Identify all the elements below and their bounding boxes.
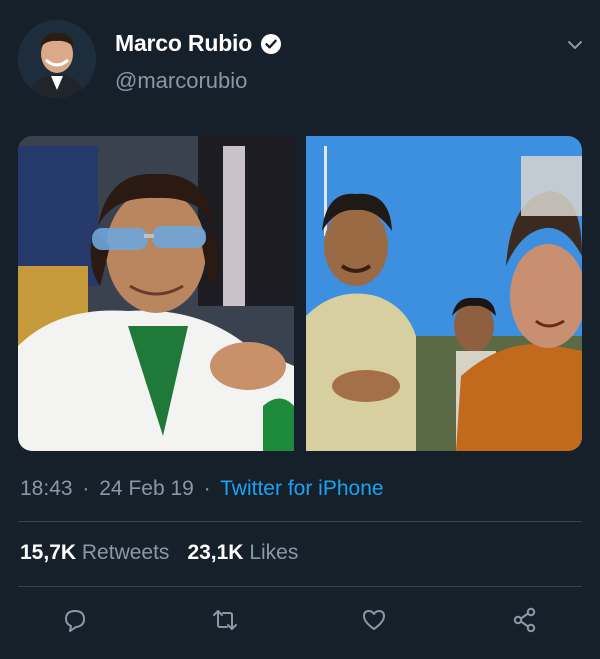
divider [18,521,582,522]
separator-dot: · [203,477,211,500]
tweet-media [18,136,582,451]
likes-label: Likes [249,541,299,564]
reply-icon[interactable] [55,600,95,640]
tweet-time[interactable]: 18:43 [20,477,73,500]
author-display-name[interactable]: Marco Rubio [115,30,252,57]
retweets-label: Retweets [81,541,170,564]
retweets-count: 15,7K [20,541,77,564]
tweet-header: Marco Rubio @marcorubio [18,20,588,100]
share-icon[interactable] [505,600,545,640]
divider [18,586,582,587]
tweet-stats: 15,7K Retweets 23,1K Likes [20,541,298,565]
tweet-date[interactable]: 24 Feb 19 [99,477,194,500]
like-icon[interactable] [354,600,394,640]
tweet-timestamp-row: 18:43 · 24 Feb 19 · Twitter for iPhone [20,477,384,501]
separator-dot: · [82,477,90,500]
tweet-actions-bar [0,600,600,644]
retweets-stat[interactable]: 15,7K Retweets [20,541,169,564]
author-handle[interactable]: @marcorubio [115,68,247,94]
chevron-down-icon[interactable] [562,32,588,58]
likes-stat[interactable]: 23,1K Likes [187,541,298,564]
media-photo-right[interactable] [306,136,582,451]
author-name-row[interactable]: Marco Rubio [115,30,282,57]
media-photo-left[interactable] [18,136,294,451]
author-avatar[interactable] [18,20,96,98]
verified-badge-icon [260,33,282,55]
retweet-icon[interactable] [205,600,245,640]
likes-count: 23,1K [187,541,244,564]
tweet-source-link[interactable]: Twitter for iPhone [220,477,383,500]
